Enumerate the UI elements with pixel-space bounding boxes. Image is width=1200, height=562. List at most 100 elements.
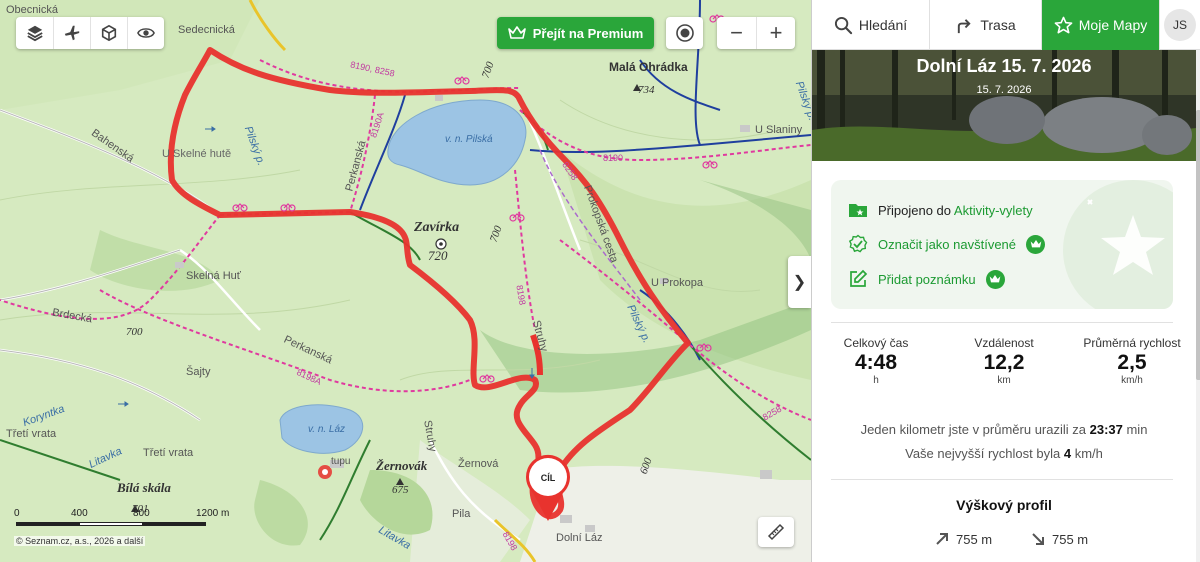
map-label-u-prokopa: U Prokopa — [651, 277, 703, 289]
scale-tick-400: 400 — [71, 508, 88, 519]
stat-value: 2,5 — [1117, 351, 1147, 374]
max-speed-text: Vaše nejvyšší rychlost byla 4 km/h — [812, 446, 1196, 461]
connected-link[interactable]: Aktivity-vylety — [954, 203, 1033, 218]
map-label-zavirka: Zavírka — [414, 220, 460, 235]
crown-icon — [1030, 240, 1041, 248]
map-label-obecnicka: Obecnická — [6, 4, 58, 16]
map-label-road-8190: 8190 — [603, 153, 624, 163]
descent: 755 m — [1030, 531, 1088, 547]
premium-crown-badge — [985, 269, 1005, 289]
scale-tick-800: 800 — [133, 508, 150, 519]
map-label-u-skelne-hute: U Skelné hutě — [162, 148, 232, 160]
app-root: Obecnická Sedecnická Malá Ohrádka 734 U … — [0, 0, 1200, 562]
layers-button[interactable] — [16, 17, 53, 49]
search-icon — [834, 16, 853, 34]
stats-row: Celkový čas 4:48 h Vzdálenost 12,2 km Pr… — [812, 336, 1196, 386]
layers-icon — [26, 25, 43, 42]
tab-my-maps[interactable]: Moje Mapy — [1042, 0, 1160, 50]
airplane-icon — [64, 25, 80, 41]
map-label-sedecnicka: Sedecnická — [178, 24, 235, 36]
stat-label: Vzdálenost — [974, 336, 1034, 350]
tab-route[interactable]: Trasa — [930, 0, 1042, 50]
connected-text: Připojeno do Aktivity-vylety — [878, 203, 1033, 218]
stat-total-time: Celkový čas 4:48 h — [812, 336, 940, 386]
zoom-group: − + — [717, 17, 795, 49]
stat-distance: Vzdálenost 12,2 km — [940, 336, 1068, 386]
hero-image: Dolní Láz 15. 7. 2026 15. 7. 2026 — [812, 50, 1196, 161]
stat-unit: km — [997, 375, 1011, 386]
elevation-profile-title: Výškový profil — [956, 497, 1052, 513]
target-icon — [675, 24, 694, 42]
star-icon — [1054, 16, 1073, 33]
map-label-alt-675: 675 — [392, 484, 409, 496]
tab-search-label: Hledání — [858, 17, 908, 33]
avatar[interactable]: JS — [1164, 8, 1196, 41]
map-label-zernovak: Žernovák — [376, 458, 428, 473]
tab-my-maps-label: Moje Mapy — [1078, 17, 1148, 33]
max-speed-value: 4 — [1063, 446, 1072, 461]
3d-button[interactable] — [90, 17, 127, 49]
scale-unit: m — [221, 508, 230, 519]
mark-visited-row[interactable]: Označit jako navštívené — [848, 234, 1046, 254]
copyright[interactable]: © Seznam.cz, a.s., 2026 a další — [14, 536, 146, 546]
map-tools-group — [16, 17, 164, 49]
map-label-vn-pilska: v. n. Pilská — [445, 134, 493, 145]
arrow-down-right-icon — [1032, 533, 1044, 545]
stat-label: Průměrná rychlost — [1083, 336, 1181, 350]
map-scale: 0 400 800 1200 m — [14, 508, 230, 526]
add-note-label: Přidat poznámku — [878, 271, 976, 287]
connected-prefix: Připojeno do — [878, 202, 954, 218]
stat-value: 4:48 — [854, 351, 898, 374]
collapse-panel-button[interactable]: ❯ — [788, 256, 811, 308]
folder-star-icon — [849, 204, 867, 217]
divider — [831, 479, 1173, 480]
divider — [831, 322, 1173, 323]
locate-button[interactable] — [666, 17, 703, 49]
tab-route-label: Trasa — [980, 17, 1016, 33]
edit-note-icon — [850, 269, 868, 287]
zoom-out-button[interactable]: − — [717, 17, 756, 49]
view-button[interactable] — [127, 17, 164, 49]
cube-icon — [101, 24, 117, 42]
map-label-vn-laz: v. n. Láz — [308, 424, 346, 435]
flight-mode-button[interactable] — [53, 17, 90, 49]
map-label-bila-skala: Bílá skála — [117, 480, 171, 495]
stat-unit: h — [873, 375, 879, 386]
map-label-pila: Pila — [452, 508, 471, 520]
pace-value: 23:37 — [1089, 422, 1123, 437]
actions-card: Připojeno do Aktivity-vylety Označit jak… — [831, 180, 1173, 309]
map-label-sajty: Šajty — [186, 366, 211, 378]
map-label-tupu: tupu — [331, 456, 351, 467]
map-label-skelna-hut: Skelná Huť — [186, 270, 241, 282]
map-label-treti-vrata-2: Třetí vrata — [143, 447, 194, 459]
max-speed-suffix: km/h — [1071, 446, 1103, 461]
pace-text: Jeden kilometr jste v průměru urazili za… — [812, 422, 1196, 437]
tab-search[interactable]: Hledání — [812, 0, 930, 50]
panel-tabs: Hledání Trasa Moje Mapy JS — [812, 0, 1200, 50]
user-menu: JS — [1160, 0, 1200, 49]
crown-icon — [989, 275, 1001, 283]
scrollbar-thumb[interactable] — [1196, 110, 1200, 380]
map-label-zernova: Žernová — [458, 458, 499, 470]
map-view[interactable]: Obecnická Sedecnická Malá Ohrádka 734 U … — [0, 0, 811, 562]
scale-tick-1200: 1200 — [196, 508, 219, 519]
stat-label: Celkový čas — [843, 336, 909, 350]
scale-tick-0: 0 — [14, 508, 20, 519]
measure-button[interactable] — [758, 517, 794, 547]
panel-scrollbar[interactable] — [1196, 50, 1200, 562]
route-arrow-icon — [958, 18, 971, 33]
side-panel: Hledání Trasa Moje Mapy JS Dolní Láz 15.… — [811, 0, 1200, 562]
pace-prefix: Jeden kilometr jste v průměru urazili za — [860, 422, 1090, 437]
finish-label: CÍL — [540, 473, 556, 483]
arrow-up-right-icon — [936, 533, 948, 545]
ruler-icon — [767, 523, 785, 541]
premium-crown-badge — [1026, 234, 1046, 254]
finish-marker[interactable]: CÍL — [523, 453, 573, 523]
premium-button[interactable]: Přejít na Premium — [497, 17, 654, 49]
eye-icon — [137, 28, 155, 38]
add-note-row[interactable]: Přidat poznámku — [848, 269, 1005, 289]
zoom-in-button[interactable]: + — [756, 17, 795, 49]
mark-visited-label: Označit jako navštívené — [878, 236, 1017, 252]
star-decoration — [1063, 180, 1173, 309]
stat-unit: km/h — [1121, 375, 1143, 386]
